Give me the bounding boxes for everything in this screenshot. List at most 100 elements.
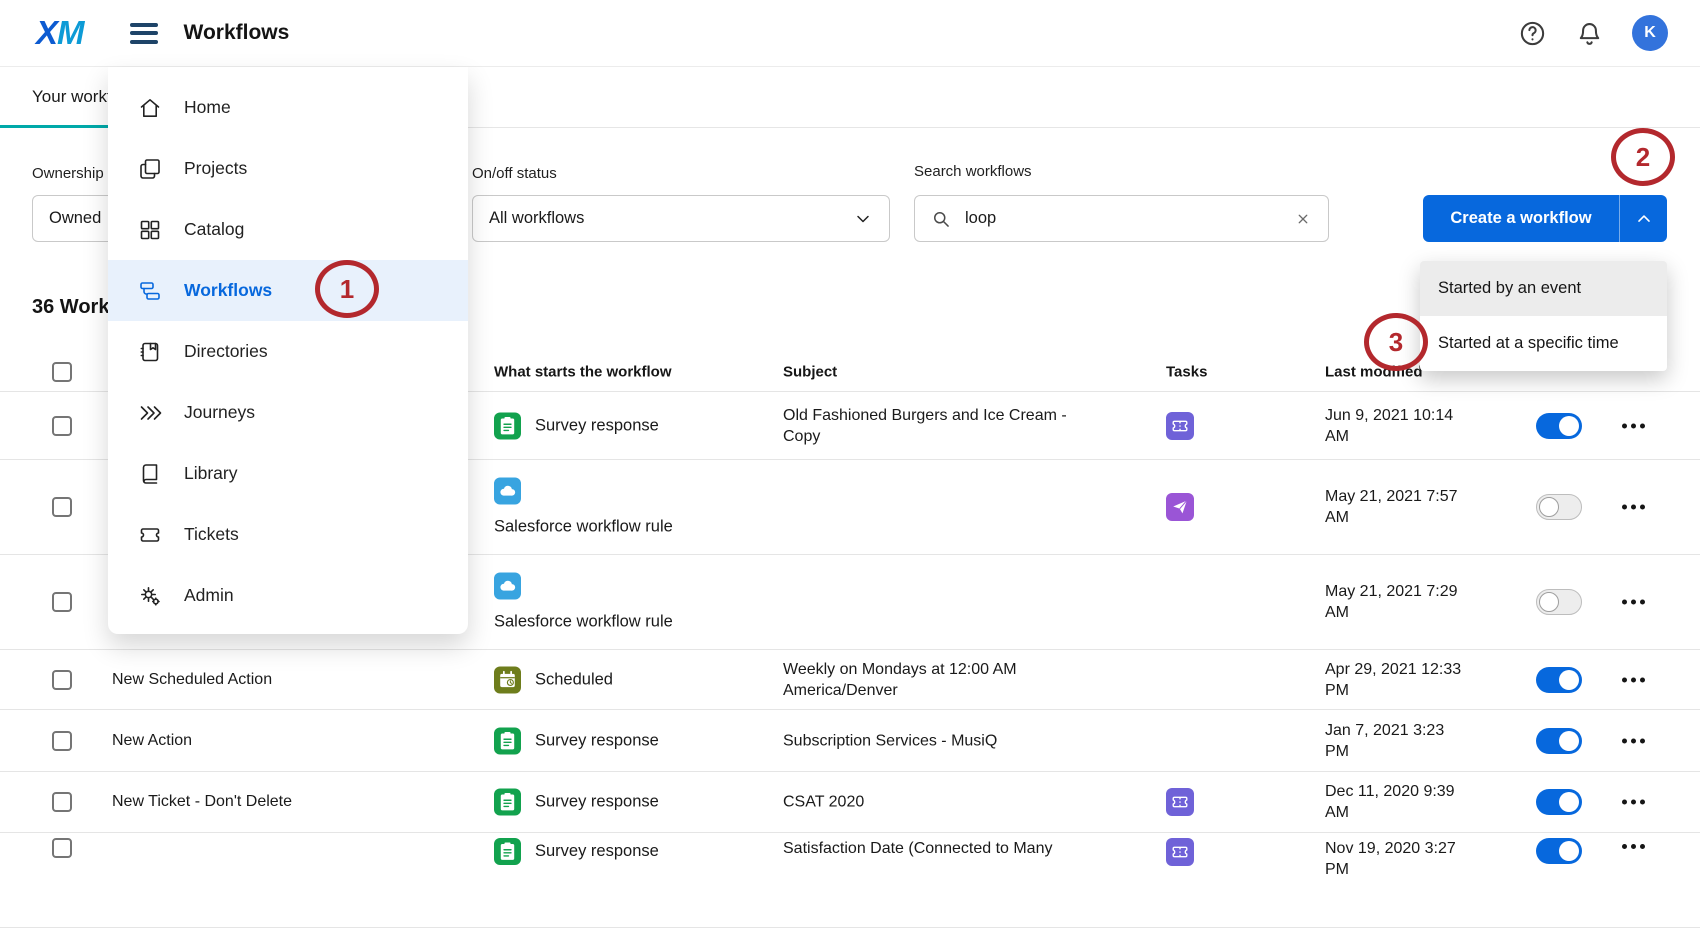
- menu-item-label: Tickets: [184, 524, 239, 545]
- menu-item-label: Directories: [184, 341, 268, 362]
- workflow-enabled-toggle[interactable]: [1536, 494, 1582, 520]
- trigger-label: Salesforce workflow rule: [494, 613, 673, 632]
- row-checkbox[interactable]: [52, 497, 72, 517]
- create-workflow-button: Create a workflow: [1423, 195, 1667, 242]
- survey-response-icon: [494, 838, 521, 865]
- survey-response-icon: [494, 727, 521, 754]
- select-all-checkbox[interactable]: [52, 362, 72, 382]
- row-checkbox[interactable]: [52, 838, 72, 858]
- tickets-icon: [138, 523, 162, 547]
- xm-logo: XM: [36, 14, 84, 52]
- menu-item-label: Projects: [184, 158, 247, 179]
- help-icon[interactable]: [1518, 19, 1547, 48]
- annotation-number: 3: [1389, 327, 1403, 358]
- column-header-what-starts: What starts the workflow: [494, 363, 672, 380]
- avatar[interactable]: K: [1632, 15, 1668, 51]
- workflow-subject: Satisfaction Date (Connected to Many: [783, 838, 1093, 859]
- row-actions-button[interactable]: [1622, 732, 1645, 749]
- row-actions-button[interactable]: [1622, 594, 1645, 611]
- menu-item-library[interactable]: Library: [108, 443, 468, 504]
- menu-item-catalog[interactable]: Catalog: [108, 199, 468, 260]
- menu-item-admin[interactable]: Admin: [108, 565, 468, 626]
- row-checkbox[interactable]: [52, 792, 72, 812]
- workflow-enabled-toggle[interactable]: [1536, 838, 1582, 864]
- last-modified: Apr 29, 2021 12:33 PM: [1325, 659, 1470, 701]
- last-modified: May 21, 2021 7:29 AM: [1325, 581, 1470, 623]
- menu-item-home[interactable]: Home: [108, 77, 468, 138]
- top-bar: XM Workflows K: [0, 0, 1700, 67]
- trigger-label: Survey response: [535, 793, 659, 812]
- logo-letter-x: X: [36, 14, 57, 52]
- nav-menu-list: Home Projects Catalog Workflows Directories J…: [108, 77, 468, 626]
- workflows-icon: [138, 279, 162, 303]
- workflow-enabled-toggle[interactable]: [1536, 789, 1582, 815]
- row-actions-button[interactable]: [1622, 838, 1645, 855]
- ownership-value: Owned: [49, 209, 101, 228]
- search-box: [914, 195, 1329, 242]
- workflow-enabled-toggle[interactable]: [1536, 667, 1582, 693]
- table-row: New ActionSurvey responseSubscription Se…: [0, 710, 1700, 772]
- create-menu-item[interactable]: Started by an event: [1420, 261, 1667, 316]
- menu-item-tickets[interactable]: Tickets: [108, 504, 468, 565]
- last-modified: May 21, 2021 7:57 AM: [1325, 486, 1470, 528]
- create-workflow-menu: Started by an eventStarted at a specific…: [1420, 261, 1667, 371]
- workflow-name: New Action: [112, 732, 462, 750]
- survey-response-icon: [494, 789, 521, 816]
- create-workflow-caret-button[interactable]: [1619, 195, 1667, 242]
- menu-item-directories[interactable]: Directories: [108, 321, 468, 382]
- row-checkbox[interactable]: [52, 592, 72, 612]
- workflow-trigger: Survey response: [494, 412, 659, 439]
- chevron-down-icon: [853, 209, 873, 229]
- menu-item-projects[interactable]: Projects: [108, 138, 468, 199]
- row-actions-button[interactable]: [1622, 671, 1645, 688]
- workflow-enabled-toggle[interactable]: [1536, 728, 1582, 754]
- survey-response-icon: [494, 412, 521, 439]
- nav-menu: Home Projects Catalog Workflows Directories J…: [108, 67, 468, 634]
- workflow-tasks: [1166, 412, 1194, 440]
- table-row: New Ticket - Don't DeleteSurvey response…: [0, 772, 1700, 833]
- chevron-up-icon: [1634, 209, 1654, 229]
- workflow-trigger: Survey response: [494, 727, 659, 754]
- salesforce-icon: [494, 573, 521, 600]
- search-label: Search workflows: [914, 163, 1032, 180]
- scheduled-icon: [494, 666, 521, 693]
- ticket-task-icon: [1166, 788, 1194, 816]
- workflow-subject: Old Fashioned Burgers and Ice Cream - Co…: [783, 405, 1093, 447]
- workflow-enabled-toggle[interactable]: [1536, 589, 1582, 615]
- page-title: Workflows: [184, 21, 290, 45]
- workflow-tasks: [1166, 493, 1194, 521]
- menu-item-label: Admin: [184, 585, 234, 606]
- hamburger-menu-icon[interactable]: [130, 23, 158, 44]
- status-select[interactable]: All workflows: [472, 195, 890, 242]
- menu-item-workflows[interactable]: Workflows: [108, 260, 468, 321]
- row-actions-button[interactable]: [1622, 417, 1645, 434]
- row-actions-button[interactable]: [1622, 499, 1645, 516]
- annotation-number: 2: [1636, 142, 1650, 173]
- clear-search-icon[interactable]: [1294, 210, 1312, 228]
- create-menu-item[interactable]: Started at a specific time: [1420, 316, 1667, 371]
- workflow-tasks: [1166, 838, 1194, 866]
- journeys-icon: [138, 401, 162, 425]
- menu-item-label: Workflows: [184, 280, 272, 301]
- menu-item-journeys[interactable]: Journeys: [108, 382, 468, 443]
- trigger-label: Salesforce workflow rule: [494, 518, 673, 537]
- row-checkbox[interactable]: [52, 416, 72, 436]
- trigger-label: Survey response: [535, 842, 659, 861]
- admin-icon: [138, 584, 162, 608]
- logo-letter-m: M: [57, 14, 84, 52]
- status-value: All workflows: [489, 209, 584, 228]
- annotation-circle-2: 2: [1611, 128, 1675, 186]
- row-actions-button[interactable]: [1622, 794, 1645, 811]
- menu-item-label: Catalog: [184, 219, 244, 240]
- table-row: Survey response Satisfaction Date (Connec…: [0, 833, 1700, 928]
- column-header-tasks: Tasks: [1166, 363, 1207, 380]
- row-checkbox[interactable]: [52, 670, 72, 690]
- workflow-enabled-toggle[interactable]: [1536, 413, 1582, 439]
- row-checkbox[interactable]: [52, 731, 72, 751]
- notifications-bell-icon[interactable]: [1575, 19, 1604, 48]
- trigger-label: Survey response: [535, 731, 659, 750]
- search-input[interactable]: [963, 208, 1282, 229]
- ownership-label: Ownership: [32, 165, 104, 182]
- create-workflow-main-button[interactable]: Create a workflow: [1423, 195, 1619, 242]
- last-modified: Dec 11, 2020 9:39 AM: [1325, 781, 1470, 823]
